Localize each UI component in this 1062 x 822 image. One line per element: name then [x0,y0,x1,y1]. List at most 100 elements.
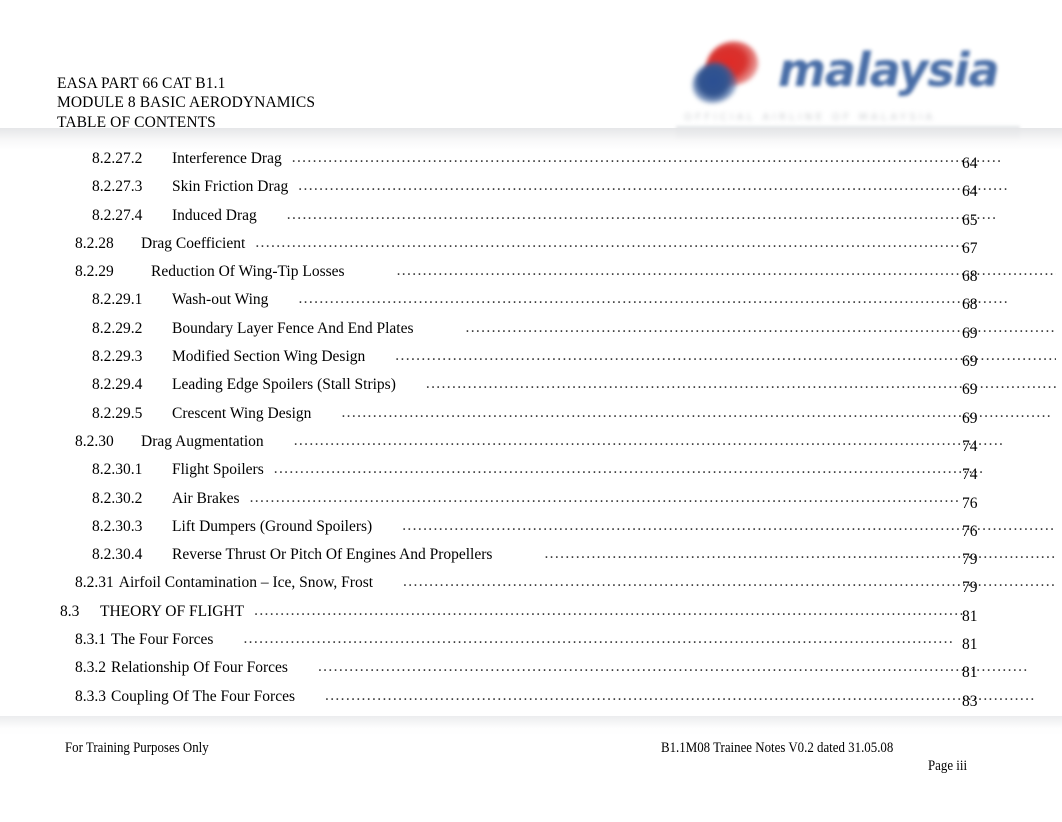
toc-entry-page-number: 79 [962,551,978,569]
toc-dot-leader: ........................................… [291,149,1003,166]
toc-entry-page-number: 74 [962,437,978,455]
toc-entry[interactable]: 8.3.1 The Four Forces....................… [0,630,1062,659]
toc-entry-number: 8.2.30.2 [92,489,143,507]
toc-entry-page-number: 81 [962,636,978,654]
toc-entry[interactable]: 8.2.27.3 Skin Friction Drag..............… [0,177,1062,206]
toc-dot-leader: ........................................… [286,205,998,223]
toc-entry-page-number: 68 [962,296,978,314]
toc-entry-number: 8.2.29.5 [92,404,143,422]
toc-entry-title: Reverse Thrust Or Pitch Of Engines And P… [172,546,493,564]
toc-entry[interactable]: 8.2.30.4 Reverse Thrust Or Pitch Of Engin… [0,545,1062,574]
footer-page-number: Page iii [928,758,968,774]
toc-entry-page-number: 76 [962,494,978,512]
toc-entry-title: Modified Section Wing Design [172,348,366,366]
toc-entry-number: 8.2.27.4 [92,206,143,224]
toc-entry-number: 8.2.29 [75,263,114,281]
toc-entry[interactable]: 8.2.29.2 Boundary Layer Fence And End Pla… [0,319,1062,348]
logo-wordmark: malaysia [778,43,1000,97]
toc-dot-leader: ........................................… [396,262,1056,280]
header-line-course: EASA PART 66 CAT B1.1 [57,75,226,92]
toc-entry-number: 8.2.31 [75,574,114,592]
toc-entry-number: 8.3.1 [75,631,106,649]
toc-entry[interactable]: 8.3.2 Relationship Of Four Forces........… [0,658,1062,687]
toc-entry-page-number: 64 [962,183,978,201]
toc-entry[interactable]: 8.2.29.1 Wash-out Wing...................… [0,290,1062,319]
toc-dot-leader: ........................................… [243,630,955,648]
toc-dot-leader: ........................................… [255,233,966,251]
toc-entry-page-number: 67 [962,239,978,257]
toc-entry[interactable]: 8.2.29.5 Crescent Wing Design............… [0,403,1062,433]
toc-dot-leader: ........................................… [402,516,1056,534]
toc-entry[interactable]: 8.2.30 Drag Augmentation.................… [0,431,1062,461]
toc-entry-number: 8.2.30.3 [92,517,143,535]
toc-entry-number: 8.2.30.1 [92,461,143,479]
toc-dot-leader: ........................................… [273,460,985,478]
toc-entry[interactable]: 8.2.29.3 Modified Section Wing Design....… [0,347,1062,376]
toc-entry-title: Leading Edge Spoilers (Stall Strips) [172,376,396,394]
toc-entry-page-number: 69 [962,353,978,371]
toc-dot-leader: ........................................… [254,601,965,619]
toc-entry-title: Induced Drag [172,206,257,224]
toc-entry[interactable]: 8.3.3 Coupling Of The Four Forces........… [0,686,1062,716]
header-title-block: EASA PART 66 CAT B1.1 MODULE 8 BASIC AER… [57,74,315,132]
footer-left-text: For Training Purposes Only [65,740,209,756]
toc-entry-page-number: 74 [962,466,978,484]
toc-entry-title: THEORY OF FLIGHT [100,602,245,620]
toc-dot-leader: ........................................… [298,177,1009,195]
malaysia-airlines-logo: malaysia OFFICIAL AIRLINE OF MALAYSIA [678,28,1018,142]
toc-entry-title: Flight Spoilers [172,461,264,479]
toc-entry[interactable]: 8.2.31 Airfoil Contamination – Ice, Snow,… [0,573,1062,602]
toc-entry-number: 8.2.30.4 [92,546,143,564]
toc-entry-title: Skin Friction Drag [172,178,289,196]
toc-entry-number: 8.2.27.2 [92,150,143,167]
toc-entry-title: Reduction Of Wing-Tip Losses [151,263,345,281]
toc-entry[interactable]: 8.2.27.2 Interference Drag...............… [0,149,1062,178]
table-of-contents: 8.2.27.2 Interference Drag...............… [0,149,1062,716]
toc-entry[interactable]: 8.2.28 Drag Coefficient..................… [0,233,1062,263]
toc-entry[interactable]: 8.2.27.4 Induced Drag....................… [0,205,1062,235]
footer-document-reference: B1.1M08 Trainee Notes V0.2 dated 31.05.0… [661,740,894,756]
toc-entry-page-number: 83 [962,692,978,710]
toc-entry-title: Drag Coefficient [141,234,246,252]
toc-entry-number: 8.2.29.3 [92,348,143,366]
toc-entry-number: 8.2.29.4 [92,376,143,394]
toc-entry-title: The Four Forces [111,631,214,649]
toc-dot-leader: ........................................… [293,431,1005,449]
toc-entry-title: Airfoil Contamination – Ice, Snow, Frost [118,574,374,592]
toc-dot-leader: ........................................… [341,403,1053,421]
footer-divider-band [0,716,1062,736]
header-line-module: MODULE 8 BASIC AERODYNAMICS [57,94,316,112]
header-divider-band [0,128,1062,150]
toc-entry-title: Air Brakes [172,489,240,507]
logo-emblem-icon [686,34,772,110]
toc-entry-page-number: 81 [962,664,978,682]
toc-entry[interactable]: 8.2.30.2 Air Brakes......................… [0,488,1062,518]
toc-entry[interactable]: 8.2.30.3 Lift Dumpers (Ground Spoilers)..… [0,516,1062,546]
toc-entry-number: 8.3 [60,602,80,620]
toc-dot-leader: ........................................… [395,347,1056,365]
page-header: EASA PART 66 CAT B1.1 MODULE 8 BASIC AER… [0,0,1062,140]
toc-entry-page-number: 69 [962,381,978,399]
toc-entry-page-number: 64 [962,155,978,172]
toc-entry-title: Relationship Of Four Forces [111,659,288,677]
toc-dot-leader: ........................................… [249,488,961,506]
toc-dot-leader: ........................................… [317,658,1029,676]
toc-page-number-column: 64 64 65 67 68 68 69 69 69 69 74 74 76 76 79 79 81 81 81 83 [962,150,1022,716]
toc-entry-title: Interference Drag [172,150,282,167]
toc-dot-leader: ........................................… [298,290,1010,308]
toc-dot-leader: ........................................… [324,686,1036,704]
toc-entry-number: 8.2.28 [75,234,114,252]
toc-entry-title: Crescent Wing Design [172,404,312,422]
toc-entry-number: 8.3.2 [75,659,106,677]
toc-entry-number: 8.2.29.2 [92,319,143,337]
toc-entry[interactable]: 8.2.29.4 Leading Edge Spoilers (Stall Str… [0,375,1062,404]
toc-entry-title: Coupling Of The Four Forces [111,687,295,705]
toc-entry[interactable]: 8.2.29 Reduction Of Wing-Tip Losses......… [0,262,1062,291]
toc-entry-title: Lift Dumpers (Ground Spoilers) [172,517,373,535]
toc-entry[interactable]: 8.3 THEORY OF FLIGHT.....................… [0,601,1062,631]
toc-entry[interactable]: 8.2.30.1 Flight Spoilers.................… [0,460,1062,489]
toc-dot-leader: ........................................… [403,573,1056,591]
toc-entry-number: 8.2.27.3 [92,178,143,196]
toc-entry-page-number: 65 [962,211,978,229]
toc-entry-page-number: 68 [962,268,978,286]
